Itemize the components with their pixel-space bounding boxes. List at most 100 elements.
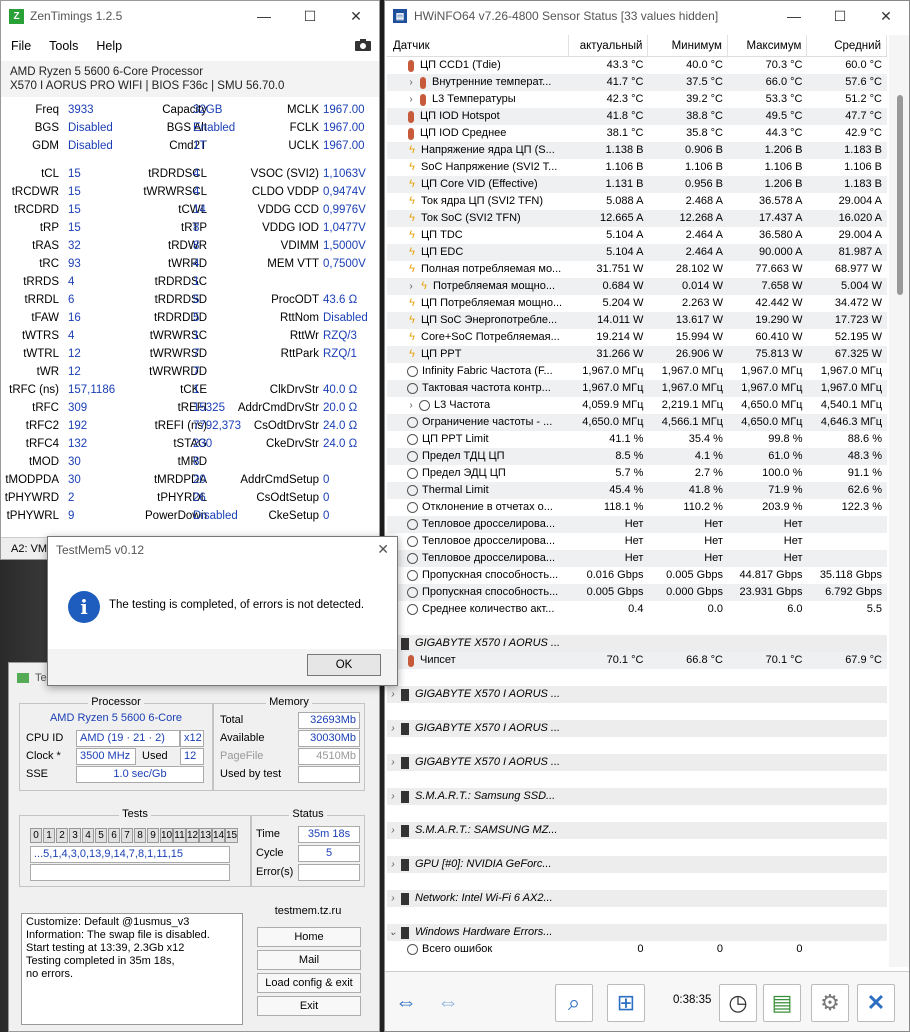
menu-tools[interactable]: Tools bbox=[49, 39, 78, 53]
sensor-row[interactable]: › L3 Частота 4,059.9 МГц 2,219.1 МГц 4,650.0… bbox=[387, 397, 887, 414]
spacer-row bbox=[387, 737, 887, 754]
scrollbar-thumb[interactable] bbox=[897, 95, 903, 295]
sensor-row[interactable]: Всего ошибок 0 0 0 bbox=[387, 941, 887, 958]
sensor-row[interactable]: Тактовая частота контр... 1,967.0 МГц 1,96… bbox=[387, 380, 887, 397]
sensor-group-row[interactable]: › S.M.A.R.T.: Samsung SSD... bbox=[387, 788, 887, 805]
sensor-row[interactable]: Тепловое дросселирова... Нет Нет Нет bbox=[387, 533, 887, 550]
sensor-row[interactable]: ϟ Core+SoC Потребляемая... 19.214 W 15.994 … bbox=[387, 329, 887, 346]
chevron-right-icon[interactable]: › bbox=[387, 890, 399, 907]
timing-row: Freq 3933 Capacity 32GB MCLK 1967.00 bbox=[1, 101, 381, 119]
chevron-right-icon[interactable]: › bbox=[387, 720, 399, 737]
sensor-row[interactable]: ЦП PPT Limit 41.1 % 35.4 % 99.8 % 88.6 % bbox=[387, 431, 887, 448]
close-icon[interactable]: ✕ bbox=[863, 1, 909, 31]
sensor-row[interactable]: Тепловое дросселирова... Нет Нет Нет bbox=[387, 516, 887, 533]
sensor-row[interactable]: Среднее количество акт... 0.4 0.0 6.0 5.5 bbox=[387, 601, 887, 618]
sensor-group-row[interactable]: › GIGABYTE X570 I AORUS ... bbox=[387, 720, 887, 737]
chevron-right-icon[interactable]: › bbox=[387, 856, 399, 873]
minimize-icon[interactable]: — bbox=[241, 1, 287, 31]
sensor-row[interactable]: ϟ ЦП SoC Энергопотребле... 14.011 W 13.617 … bbox=[387, 312, 887, 329]
chevron-right-icon[interactable]: › bbox=[387, 788, 399, 805]
chevron-right-icon[interactable]: › bbox=[405, 278, 417, 295]
hw-titlebar[interactable]: ▤ HWiNFO64 v7.26-4800 Sensor Status [33 … bbox=[385, 1, 909, 31]
sensor-row[interactable]: › L3 Температуры 42.3 °C 39.2 °C 53.3 °C 51.2… bbox=[387, 91, 887, 108]
chevron-right-icon[interactable]: › bbox=[405, 74, 417, 91]
menu-file[interactable]: File bbox=[11, 39, 31, 53]
sensor-row[interactable]: Чипсет 70.1 °C 66.8 °C 70.1 °C 67.9 °C bbox=[387, 652, 887, 669]
sensor-row[interactable]: Пропускная способность... 0.005 Gbps 0.000… bbox=[387, 584, 887, 601]
col-max[interactable]: Максимум bbox=[728, 35, 808, 56]
close-icon[interactable]: ✕ bbox=[333, 1, 379, 31]
sensor-row[interactable]: ϟ SoC Напряжение (SVI2 T... 1.106 В 1.106 В… bbox=[387, 159, 887, 176]
sensor-row[interactable]: › Внутренние температ... 41.7 °C 37.5 °C 66.… bbox=[387, 74, 887, 91]
sensor-group-row[interactable]: › GPU [#0]: NVIDIA GeForc... bbox=[387, 856, 887, 873]
value-current: 5.104 A bbox=[606, 229, 644, 241]
chevron-right-icon[interactable]: › bbox=[405, 91, 417, 108]
timing-label: tRFC2 bbox=[25, 420, 59, 432]
value-avg: 4,540.1 МГц bbox=[820, 399, 882, 411]
sensor-row[interactable]: Предел ЭДЦ ЦП 5.7 % 2.7 % 100.0 % 91.1 % bbox=[387, 465, 887, 482]
load-config-exit-button[interactable]: Load config & exit bbox=[257, 973, 361, 993]
sensor-row[interactable]: ϟ ЦП EDC 5.104 A 2.464 A 90.000 A 81.987 A bbox=[387, 244, 887, 261]
close-x-icon[interactable]: ✕ bbox=[857, 984, 895, 1022]
sensor-row[interactable]: ϟ Полная потребляемая мо... 31.751 W 28.102… bbox=[387, 261, 887, 278]
sensor-row[interactable]: Thermal Limit 45.4 % 41.8 % 71.9 % 62.6 % bbox=[387, 482, 887, 499]
home-button[interactable]: Home bbox=[257, 927, 361, 947]
network-icon[interactable]: ⊞ bbox=[607, 984, 645, 1022]
chevron-right-icon[interactable]: › bbox=[405, 397, 417, 414]
maximize-icon[interactable]: ☐ bbox=[287, 1, 333, 31]
ok-button[interactable]: OK bbox=[307, 654, 381, 676]
sensor-row[interactable]: ϟ Ток ядра ЦП (SVI2 TFN) 5.088 A 2.468 A 36.… bbox=[387, 193, 887, 210]
sensor-report-icon[interactable]: ⌕ bbox=[555, 984, 593, 1022]
clock-icon[interactable]: ◷ bbox=[719, 984, 757, 1022]
sensor-row[interactable]: ϟ ЦП Core VID (Effective) 1.131 В 0.956 В 1.… bbox=[387, 176, 887, 193]
sensor-row[interactable]: ϟ ЦП PPT 31.266 W 26.906 W 75.813 W 67.325 W bbox=[387, 346, 887, 363]
minimize-icon[interactable]: — bbox=[771, 1, 817, 31]
sensor-row[interactable]: Infinity Fabric Частота (F... 1,967.0 МГц… bbox=[387, 363, 887, 380]
sensor-row[interactable]: › ϟ Потребляемая мощно... 0.684 W 0.014 W 7.6… bbox=[387, 278, 887, 295]
sensor-group-row[interactable]: › S.M.A.R.T.: SAMSUNG MZ... bbox=[387, 822, 887, 839]
value-current: 0.684 W bbox=[602, 280, 644, 292]
col-avg[interactable]: Средний bbox=[807, 35, 887, 56]
sensor-group-row[interactable]: › Network: Intel Wi-Fi 6 AX2... bbox=[387, 890, 887, 907]
close-icon[interactable]: ✕ bbox=[377, 541, 389, 558]
col-sensor[interactable]: Датчик bbox=[387, 35, 569, 56]
sensor-group-row[interactable]: › GIGABYTE X570 I AORUS ... bbox=[387, 754, 887, 771]
sensor-group-row[interactable]: ⌄ Windows Hardware Errors... bbox=[387, 924, 887, 941]
log-file-icon[interactable]: ▤ bbox=[763, 984, 801, 1022]
chevron-down-icon[interactable]: ⌄ bbox=[387, 924, 399, 941]
sensor-group-row[interactable]: ⌄GIGABYTE X570 I AORUS ... bbox=[387, 635, 887, 652]
menu-help[interactable]: Help bbox=[96, 39, 122, 53]
col-current[interactable]: актуальный bbox=[569, 35, 649, 56]
zt-titlebar[interactable]: Z ZenTimings 1.2.5 — ☐ ✕ bbox=[1, 1, 379, 31]
sensor-row[interactable]: ЦП CCD1 (Tdie) 43.3 °C 40.0 °C 70.3 °C 60.0 … bbox=[387, 57, 887, 74]
value-avg: 1.183 В bbox=[844, 144, 882, 156]
hw-scrollbar[interactable] bbox=[889, 35, 909, 967]
sensor-row[interactable]: ЦП IOD Среднее 38.1 °C 35.8 °C 44.3 °C 42.9 … bbox=[387, 125, 887, 142]
chevron-right-icon[interactable]: › bbox=[387, 754, 399, 771]
expand-arrows-icon[interactable]: ⇔ bbox=[429, 984, 467, 1022]
test-log[interactable]: Customize: Default @1usmus_v3 Informatio… bbox=[21, 913, 243, 1025]
sensor-row[interactable]: ϟ Напряжение ядра ЦП (S... 1.138 В 0.906 В 1… bbox=[387, 142, 887, 159]
sensor-row[interactable]: Тепловое дросселирова... Нет Нет Нет bbox=[387, 550, 887, 567]
maximize-icon[interactable]: ☐ bbox=[817, 1, 863, 31]
collapse-arrows-icon[interactable]: ⇔ bbox=[387, 984, 425, 1022]
dialog-titlebar[interactable]: TestMem5 v0.12 ✕ bbox=[48, 537, 397, 563]
screenshot-camera-icon[interactable] bbox=[355, 39, 371, 54]
timing-value: RZQ/1 bbox=[323, 348, 357, 360]
sensor-group-row[interactable]: › GIGABYTE X570 I AORUS ... bbox=[387, 686, 887, 703]
exit-button[interactable]: Exit bbox=[257, 996, 361, 1016]
col-min[interactable]: Минимум bbox=[648, 35, 728, 56]
sensor-row[interactable]: ϟ ЦП TDC 5.104 A 2.464 A 36.580 A 29.004 A bbox=[387, 227, 887, 244]
chevron-right-icon[interactable]: › bbox=[387, 686, 399, 703]
settings-gear-icon[interactable]: ⚙ bbox=[811, 984, 849, 1022]
sensor-row[interactable]: Отклонение в отчетах о... 118.1 % 110.2 % 2… bbox=[387, 499, 887, 516]
sensor-row[interactable]: Предел ТДЦ ЦП 8.5 % 4.1 % 61.0 % 48.3 % bbox=[387, 448, 887, 465]
sensor-row[interactable]: Пропускная способность... 0.016 Gbps 0.005… bbox=[387, 567, 887, 584]
chevron-right-icon[interactable]: › bbox=[387, 822, 399, 839]
sensor-row[interactable]: ϟ Ток SoC (SVI2 TFN) 12.665 A 12.268 A 17.43… bbox=[387, 210, 887, 227]
sensor-name: ЦП IOD Hotspot bbox=[420, 110, 500, 122]
mail-button[interactable]: Mail bbox=[257, 950, 361, 970]
sensor-row[interactable]: ЦП IOD Hotspot 41.8 °C 38.8 °C 49.5 °C 47.7 … bbox=[387, 108, 887, 125]
sensor-row[interactable]: ϟ ЦП Потребляемая мощно... 5.204 W 2.263 W 4… bbox=[387, 295, 887, 312]
sensor-row[interactable]: Ограничение частоты - ... 4,650.0 МГц 4,56… bbox=[387, 414, 887, 431]
